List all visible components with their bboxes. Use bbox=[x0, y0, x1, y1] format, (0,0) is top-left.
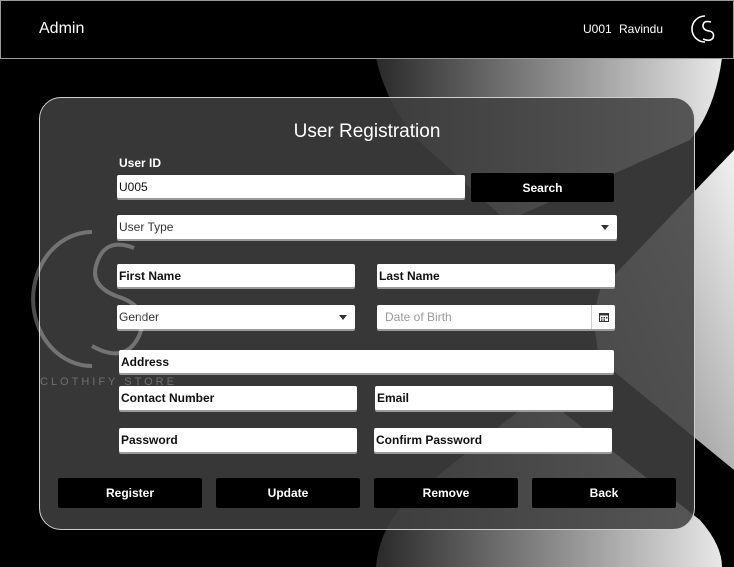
first-name-field[interactable]: First Name bbox=[117, 264, 355, 287]
form-title: User Registration bbox=[293, 121, 441, 142]
register-button[interactable]: Register bbox=[58, 478, 202, 508]
date-of-birth-picker[interactable]: Date of Birth bbox=[377, 305, 615, 329]
contact-number-field[interactable]: Contact Number bbox=[119, 386, 357, 410]
password-placeholder: Password bbox=[121, 433, 178, 447]
user-id-input[interactable]: U005 bbox=[117, 175, 465, 198]
user-id-label: User ID bbox=[119, 156, 162, 170]
back-button[interactable]: Back bbox=[532, 478, 676, 508]
first-name-placeholder: First Name bbox=[119, 268, 182, 283]
gender-placeholder: Gender bbox=[119, 310, 160, 324]
user-type-placeholder: User Type bbox=[119, 220, 174, 234]
confirm-password-field[interactable]: Confirm Password bbox=[374, 428, 612, 452]
brand-logo-icon bbox=[691, 15, 715, 43]
password-field[interactable]: Password bbox=[119, 428, 357, 452]
user-type-select[interactable]: User Type bbox=[117, 215, 617, 239]
chevron-down-icon bbox=[601, 225, 609, 230]
page-title: Admin bbox=[39, 20, 85, 37]
date-of-birth-placeholder: Date of Birth bbox=[385, 310, 452, 324]
chevron-down-icon bbox=[339, 315, 347, 320]
confirm-password-placeholder: Confirm Password bbox=[376, 433, 483, 447]
search-button[interactable]: Search bbox=[471, 173, 614, 202]
email-placeholder: Email bbox=[377, 391, 410, 405]
email-field[interactable]: Email bbox=[375, 386, 613, 410]
current-user-id: U001 bbox=[583, 22, 612, 36]
contact-number-placeholder: Contact Number bbox=[121, 391, 215, 405]
gender-select[interactable]: Gender bbox=[117, 305, 355, 329]
update-button[interactable]: Update bbox=[216, 478, 360, 508]
registration-panel: User Registration User ID U005 Search Us… bbox=[39, 97, 695, 530]
calendar-button[interactable] bbox=[591, 305, 615, 329]
watermark-text: CLOTHIFY STORE bbox=[40, 376, 177, 388]
user-id-value: U005 bbox=[119, 179, 148, 194]
address-placeholder: Address bbox=[121, 354, 170, 369]
top-bar: Admin U001 Ravindu bbox=[0, 0, 734, 59]
last-name-field[interactable]: Last Name bbox=[377, 264, 615, 287]
current-user-name: Ravindu bbox=[619, 22, 664, 36]
last-name-placeholder: Last Name bbox=[379, 268, 440, 283]
calendar-icon bbox=[598, 313, 609, 322]
address-field[interactable]: Address bbox=[119, 350, 614, 373]
remove-button[interactable]: Remove bbox=[374, 478, 518, 508]
